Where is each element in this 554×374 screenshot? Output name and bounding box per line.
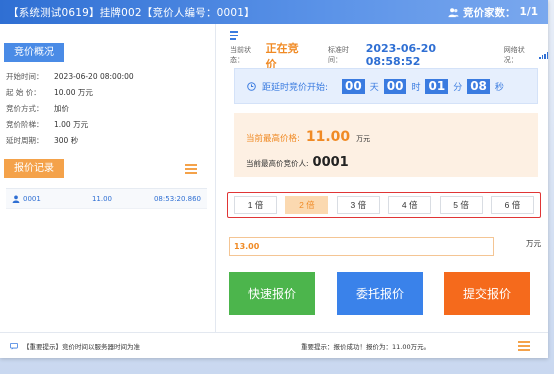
menu-icon[interactable]	[230, 31, 240, 40]
highest-price-value: 11.00	[305, 129, 351, 145]
bidder-count: 竞价家数： 1/1	[448, 5, 538, 20]
list-icon[interactable]	[185, 163, 197, 174]
bidder-count-label: 竞价家数：	[463, 6, 516, 19]
price-box: 当前最高价格: 11.00 万元 当前最高价竞价人: 0001	[234, 113, 538, 177]
record-price: 11.00	[91, 194, 113, 203]
highest-price-unit: 万元	[356, 135, 371, 143]
entrust-bid-button[interactable]: 委托报价	[337, 272, 423, 315]
info-row-method: 竞价方式： 加价	[6, 104, 69, 113]
multiplier-group: 1 倍 2 倍 3 倍 4 倍 5 倍 6 倍	[227, 192, 541, 218]
highest-bidder-label: 当前最高价竞价人:	[246, 159, 309, 168]
window-title: 【系统测试0619】挂牌002【竞价人编号：0001】	[8, 6, 255, 19]
highest-bidder-value: 0001	[312, 155, 349, 170]
info-row-step: 竞价阶梯： 1.00 万元	[6, 120, 89, 129]
left-panel: 竞价概况 开始时间： 2023-06-20 08:00:00 起 始 价： 10.0…	[0, 24, 216, 332]
network-label: 网络状况：	[503, 46, 525, 64]
multiplier-2-button[interactable]: 2 倍	[285, 196, 329, 214]
bid-input-row: 万元	[229, 234, 541, 256]
multiplier-3-button[interactable]: 3 倍	[336, 196, 380, 214]
title-bar: 【系统测试0619】挂牌002【竞价人编号：0001】 竞价家数： 1/1	[0, 0, 548, 24]
quick-bid-button[interactable]: 快速报价	[229, 272, 315, 315]
std-time-label: 标准时间：	[328, 46, 350, 64]
countdown-box: 距延时竞价开始: 00 天 00 时 01 分 08 秒	[234, 68, 538, 104]
countdown-hours: 00	[383, 78, 407, 94]
footer-notice-left: 【重要提示】竞价时间以服务器时间为准	[23, 343, 140, 351]
std-time-value: 2023-06-20 08:58:52	[365, 42, 437, 68]
bid-amount-unit: 万元	[526, 239, 541, 248]
records-title: 报价记录	[4, 159, 64, 178]
multiplier-4-button[interactable]: 4 倍	[388, 196, 432, 214]
countdown-minutes: 01	[425, 78, 449, 94]
record-bidder: 0001	[23, 194, 41, 203]
countdown-days: 00	[342, 78, 365, 94]
multiplier-6-button[interactable]: 6 倍	[490, 196, 534, 214]
countdown-label: 距延时竞价开始:	[262, 82, 329, 93]
auction-window: 【系统测试0619】挂牌002【竞价人编号：0001】 竞价家数： 1/1 竞价…	[0, 0, 548, 358]
status-label: 当前状态：	[230, 46, 251, 64]
user-icon	[12, 195, 20, 203]
message-icon	[10, 342, 18, 350]
signal-icon	[539, 51, 548, 59]
multiplier-5-button[interactable]: 5 倍	[439, 196, 483, 214]
footer: 【重要提示】竞价时间以服务器时间为准 重要提示：报价成功！报价为：11.00万元…	[0, 332, 548, 358]
countdown-seconds: 08	[467, 78, 490, 94]
clock-icon	[247, 81, 256, 91]
bidder-count-value: 1/1	[519, 6, 538, 18]
info-row-start-price: 起 始 价： 10.00 万元	[6, 88, 93, 97]
footer-notice-right: 重要提示：报价成功！报价为：11.00万元。	[301, 343, 431, 351]
table-row: 0001 11.00 08:53:20.860	[6, 189, 207, 209]
overview-info: 开始时间： 2023-06-20 08:00:00 起 始 价： 10.00 万元 …	[0, 69, 215, 149]
info-row-start-time: 开始时间： 2023-06-20 08:00:00	[6, 72, 134, 81]
records-table: 0001 11.00 08:53:20.860	[6, 188, 207, 209]
highest-price-label: 当前最高价格:	[246, 134, 300, 144]
bid-amount-input[interactable]	[229, 237, 494, 256]
footer-list-icon[interactable]	[518, 341, 530, 351]
action-buttons: 快速报价 委托报价 提交报价	[229, 272, 541, 315]
submit-bid-button[interactable]: 提交报价	[444, 272, 530, 315]
info-row-delay: 延时周期： 300 秒	[6, 136, 79, 145]
right-panel: 当前状态： 正在竞价 标准时间： 2023-06-20 08:58:52 网络状…	[220, 24, 548, 332]
multiplier-1-button[interactable]: 1 倍	[234, 196, 277, 214]
users-icon	[448, 7, 459, 17]
overview-title: 竞价概况	[4, 43, 64, 62]
record-time: 08:53:20.860	[153, 194, 201, 203]
